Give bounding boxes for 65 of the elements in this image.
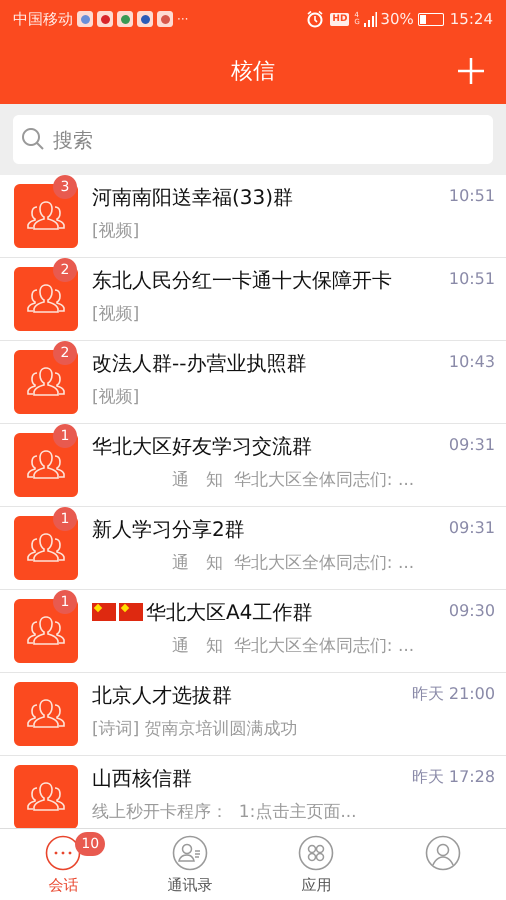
contact-card-icon	[172, 835, 208, 871]
message-preview: [诗词] 贺南京培训圆满成功	[92, 718, 299, 741]
chat-title: 华北大区A4工作群	[146, 599, 312, 626]
add-icon[interactable]	[457, 57, 485, 85]
clock-time: 15:24	[450, 8, 493, 30]
search-field[interactable]: 搜索	[13, 115, 493, 164]
alarm-icon	[306, 10, 324, 28]
search-icon	[21, 127, 45, 151]
unread-badge: 1	[53, 424, 77, 448]
signal-icon	[363, 11, 378, 27]
chat-bubble-icon	[45, 835, 82, 871]
group-avatar-icon	[14, 682, 78, 746]
app-grid-icon	[298, 835, 334, 871]
chat-title: 改法人群--办营业执照群	[92, 350, 306, 377]
chat-title: 北京人才选拔群	[92, 682, 232, 709]
nav-tab[interactable]: 10 会话	[0, 829, 126, 900]
message-time: 09:31	[448, 434, 495, 456]
unread-badge: 1	[53, 590, 77, 614]
more-notifications: ···	[177, 11, 188, 28]
message-time: 10:43	[448, 351, 495, 373]
message-time: 09:30	[448, 600, 495, 622]
message-time: 10:51	[448, 185, 495, 207]
chat-row[interactable]: 2 东北人民分红一卡通十大保障开卡 10:51 [视频]	[0, 258, 506, 341]
flag-icon	[119, 603, 143, 621]
chat-title: 东北人民分红一卡通十大保障开卡	[92, 267, 392, 294]
chat-row[interactable]: 3 河南南阳送幸福(33)群 10:51 [视频]	[0, 175, 506, 258]
message-preview: [视频]	[92, 386, 140, 409]
unread-count-badge: 10	[75, 832, 106, 856]
unread-badge: 1	[53, 507, 77, 531]
unread-badge: 2	[53, 341, 77, 365]
person-icon	[424, 835, 461, 871]
app-notification-icon	[117, 11, 133, 27]
message-preview: 通 知 华北大区全体同志们: ...	[171, 552, 416, 575]
chat-title: 河南南阳送幸福(33)群	[92, 184, 294, 211]
message-time: 10:51	[448, 268, 495, 290]
chat-row[interactable]: 1 新人学习分享2群 09:31 通 知 华北大区全体同志们: ...	[0, 507, 506, 590]
nav-tab[interactable]: 应用	[253, 829, 380, 900]
flag-icon	[92, 603, 116, 621]
unread-badge: 2	[53, 258, 77, 282]
carrier-name: 中国移动	[13, 8, 73, 30]
battery-percent: 30%	[380, 8, 414, 30]
message-time: 昨天 21:00	[410, 683, 495, 705]
chat-row[interactable]: 1 华北大区A4工作群 09:30 通 知 华北大区全体同志们: ...	[0, 590, 506, 673]
chat-title: 新人学习分享2群	[92, 516, 245, 543]
message-time: 09:31	[448, 517, 495, 539]
message-preview: 通 知 华北大区全体同志们: ...	[171, 469, 416, 492]
chat-row[interactable]: 1 华北大区好友学习交流群 09:31 通 知 华北大区全体同志们: ...	[0, 424, 506, 507]
battery-icon	[418, 12, 444, 26]
message-preview: [视频]	[92, 303, 140, 326]
header-title: 核信	[231, 58, 275, 86]
message-preview: [视频]	[92, 220, 140, 243]
unread-badge: 3	[53, 175, 77, 199]
hd-badge: HD	[330, 12, 350, 26]
nav-tab[interactable]: 通讯录	[126, 829, 253, 900]
app-notification-icon	[97, 11, 113, 27]
app-notification-icon	[77, 11, 93, 27]
chat-title: 华北大区好友学习交流群	[92, 433, 312, 460]
message-time: 昨天 17:28	[410, 766, 495, 788]
message-preview: 线上秒开卡程序： 1:点击主页面...	[92, 801, 358, 824]
group-avatar-icon	[14, 765, 78, 828]
chat-row[interactable]: 2 改法人群--办营业执照群 10:43 [视频]	[0, 341, 506, 424]
chat-title: 山西核信群	[92, 765, 192, 792]
message-preview: 通 知 华北大区全体同志们: ...	[171, 635, 416, 658]
app-notification-icon	[137, 11, 153, 27]
app-notification-icon	[157, 11, 173, 27]
